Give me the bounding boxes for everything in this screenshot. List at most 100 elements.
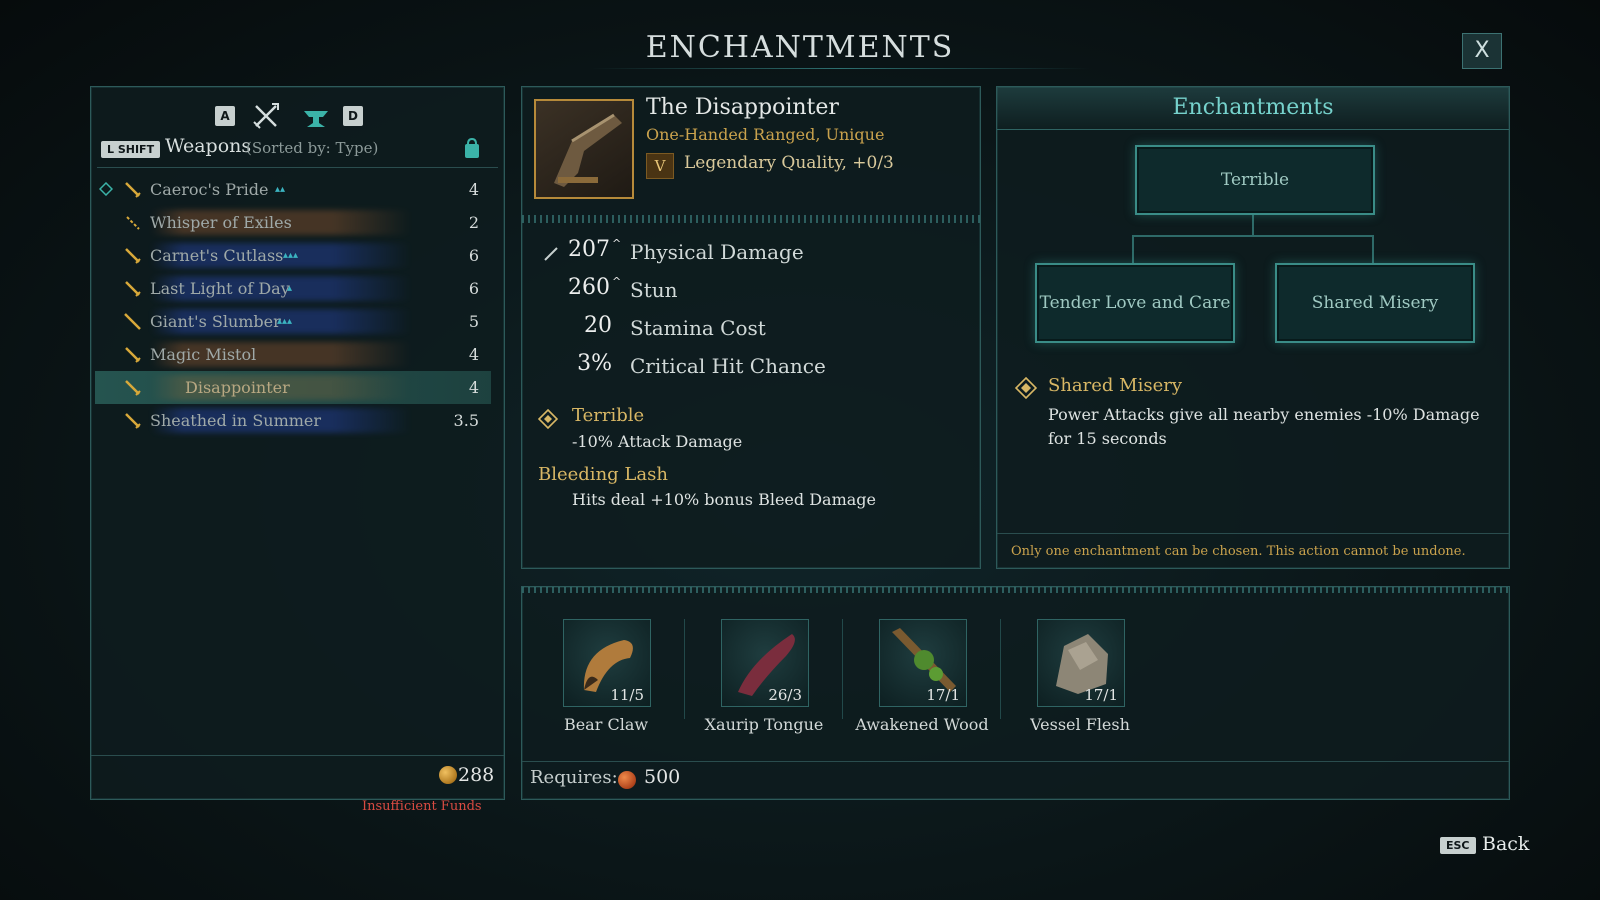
current-enchant-desc: -10% Attack Damage <box>572 432 743 451</box>
perk-name: Bleeding Lash <box>538 464 668 485</box>
weapon-row[interactable]: Sheathed in Summer 3.5 <box>95 404 491 437</box>
funds-divider <box>91 755 504 756</box>
weapon-level: 4 <box>468 345 479 364</box>
weapon-level: 3.5 <box>453 411 479 430</box>
pistol-icon <box>125 347 141 363</box>
weapon-row[interactable]: Giant's Slumber ▴▴▴ 5 <box>95 305 491 338</box>
sword-icon <box>125 413 141 429</box>
sword-icon <box>125 281 141 297</box>
anvil-icon[interactable] <box>301 101 331 131</box>
stat-value: 20 <box>584 313 612 338</box>
weapon-row[interactable]: Carnet's Cutlass ▴▴▴ 6 <box>95 239 491 272</box>
weapon-row-selected[interactable]: Disappointer 4 <box>95 371 491 404</box>
stat-row: 20 Stamina Cost <box>522 313 980 351</box>
ornament-divider <box>522 587 1509 593</box>
perk-desc: Hits deal +10% bonus Bleed Damage <box>572 490 877 509</box>
material-slot: 26/3 <box>721 619 809 707</box>
stat-value: 260 <box>568 275 610 300</box>
material-slot: 11/5 <box>563 619 651 707</box>
material-separator <box>1000 619 1001 719</box>
stat-value: 3% <box>577 351 612 376</box>
coin-icon <box>439 766 457 784</box>
inventory-bag-icon[interactable] <box>463 137 481 159</box>
weapon-name: Disappointer <box>185 378 290 397</box>
back-button[interactable]: Back <box>1482 833 1529 855</box>
sort-label[interactable]: (Sorted by: Type) <box>246 139 378 157</box>
trait-pips: ▴▴▴ <box>277 316 293 327</box>
stat-increase-icon: ^ <box>612 237 622 250</box>
category-bar: A D <box>91 101 504 131</box>
esc-key[interactable]: ESC <box>1440 837 1476 854</box>
weapon-row[interactable]: Magic Mistol 4 <box>95 338 491 371</box>
material-quantity: 11/5 <box>610 686 644 704</box>
material-slot: 17/1 <box>1037 619 1125 707</box>
material-separator <box>684 619 685 719</box>
list-divider <box>97 167 498 168</box>
trait-pips: ▴ <box>287 283 293 294</box>
title-divider <box>590 68 1090 69</box>
stat-increase-icon: ^ <box>612 275 622 288</box>
material-item[interactable]: 17/1 Vessel Flesh <box>1002 619 1152 749</box>
material-separator <box>842 619 843 719</box>
material-quantity: 26/3 <box>768 686 802 704</box>
material-name: Bear Claw <box>563 715 649 734</box>
requires-label: Requires: <box>530 767 618 788</box>
pistol-icon <box>554 113 622 187</box>
weapon-row[interactable]: Caeroc's Pride ▴▴ 4 <box>95 173 491 206</box>
equipped-diamond-icon <box>99 182 113 196</box>
weapon-name: Caeroc's Pride <box>150 180 269 199</box>
enchant-diamond-icon <box>538 409 558 429</box>
coin-icon <box>618 771 636 789</box>
weapon-level: 5 <box>468 312 479 331</box>
weapon-level: 4 <box>468 378 479 397</box>
quality-badge: V <box>646 153 674 179</box>
tree-connector <box>1372 235 1374 263</box>
crossed-weapons-icon[interactable] <box>251 101 281 131</box>
item-type: One-Handed Ranged, Unique <box>646 125 885 144</box>
enchant-warning-note: Only one enchantment can be chosen. This… <box>1011 544 1466 559</box>
stat-row: 260 ^ Stun <box>522 275 980 313</box>
stat-row: 3% Critical Hit Chance <box>522 351 980 389</box>
prev-category-key[interactable]: A <box>215 106 235 126</box>
material-item[interactable]: 11/5 Bear Claw <box>528 619 678 749</box>
item-name: The Disappointer <box>646 95 839 120</box>
sort-shift-key[interactable]: L SHIFT <box>101 141 161 158</box>
weapon-name: Last Light of Day <box>150 279 290 298</box>
selected-enchant-name: Shared Misery <box>1048 375 1183 396</box>
enchantment-tree-panel: Enchantments Terrible Tender Love and Ca… <box>996 86 1510 569</box>
dagger-icon <box>126 216 140 230</box>
next-category-key[interactable]: D <box>343 106 363 126</box>
trait-pips: ▴▴▴ <box>283 250 299 261</box>
weapon-level: 6 <box>468 246 479 265</box>
current-enchant-name: Terrible <box>572 405 645 426</box>
trait-pips: ▴▴ <box>275 184 286 195</box>
weapon-level: 6 <box>468 279 479 298</box>
weapon-row[interactable]: Last Light of Day ▴ 6 <box>95 272 491 305</box>
material-item[interactable]: 26/3 Xaurip Tongue <box>686 619 836 749</box>
enchant-node-shared-misery[interactable]: Shared Misery <box>1275 263 1475 343</box>
weapon-level: 4 <box>468 180 479 199</box>
enchant-node-terrible[interactable]: Terrible <box>1135 145 1375 215</box>
close-button[interactable]: X <box>1462 33 1502 69</box>
weapon-row[interactable]: Whisper of Exiles 2 <box>95 206 491 239</box>
material-name: Awakened Wood <box>855 715 989 734</box>
material-quantity: 17/1 <box>1084 686 1118 704</box>
sword-icon <box>125 248 141 264</box>
category-label: Weapons <box>165 135 252 157</box>
weapon-name: Sheathed in Summer <box>150 411 322 430</box>
stat-label: Physical Damage <box>630 240 804 264</box>
enchant-diamond-icon <box>1015 377 1037 399</box>
materials-panel: 11/5 Bear Claw 26/3 Xaurip Tongue 17/1 A… <box>521 586 1510 800</box>
panel-title: Enchantments <box>1172 95 1334 120</box>
enchant-node-tender-love[interactable]: Tender Love and Care <box>1035 263 1235 343</box>
material-item[interactable]: 17/1 Awakened Wood <box>844 619 994 749</box>
stat-row: 207 ^ Physical Damage <box>522 237 980 275</box>
material-slot: 17/1 <box>879 619 967 707</box>
greatsword-icon <box>124 313 141 330</box>
material-name: Vessel Flesh <box>1030 715 1130 734</box>
material-quantity: 17/1 <box>926 686 960 704</box>
weapon-list: Caeroc's Pride ▴▴ 4 Whisper of Exiles 2 … <box>95 173 491 437</box>
weapon-name: Whisper of Exiles <box>150 213 292 232</box>
pistol-icon <box>125 380 141 396</box>
screen-title: ENCHANTMENTS <box>645 30 955 65</box>
